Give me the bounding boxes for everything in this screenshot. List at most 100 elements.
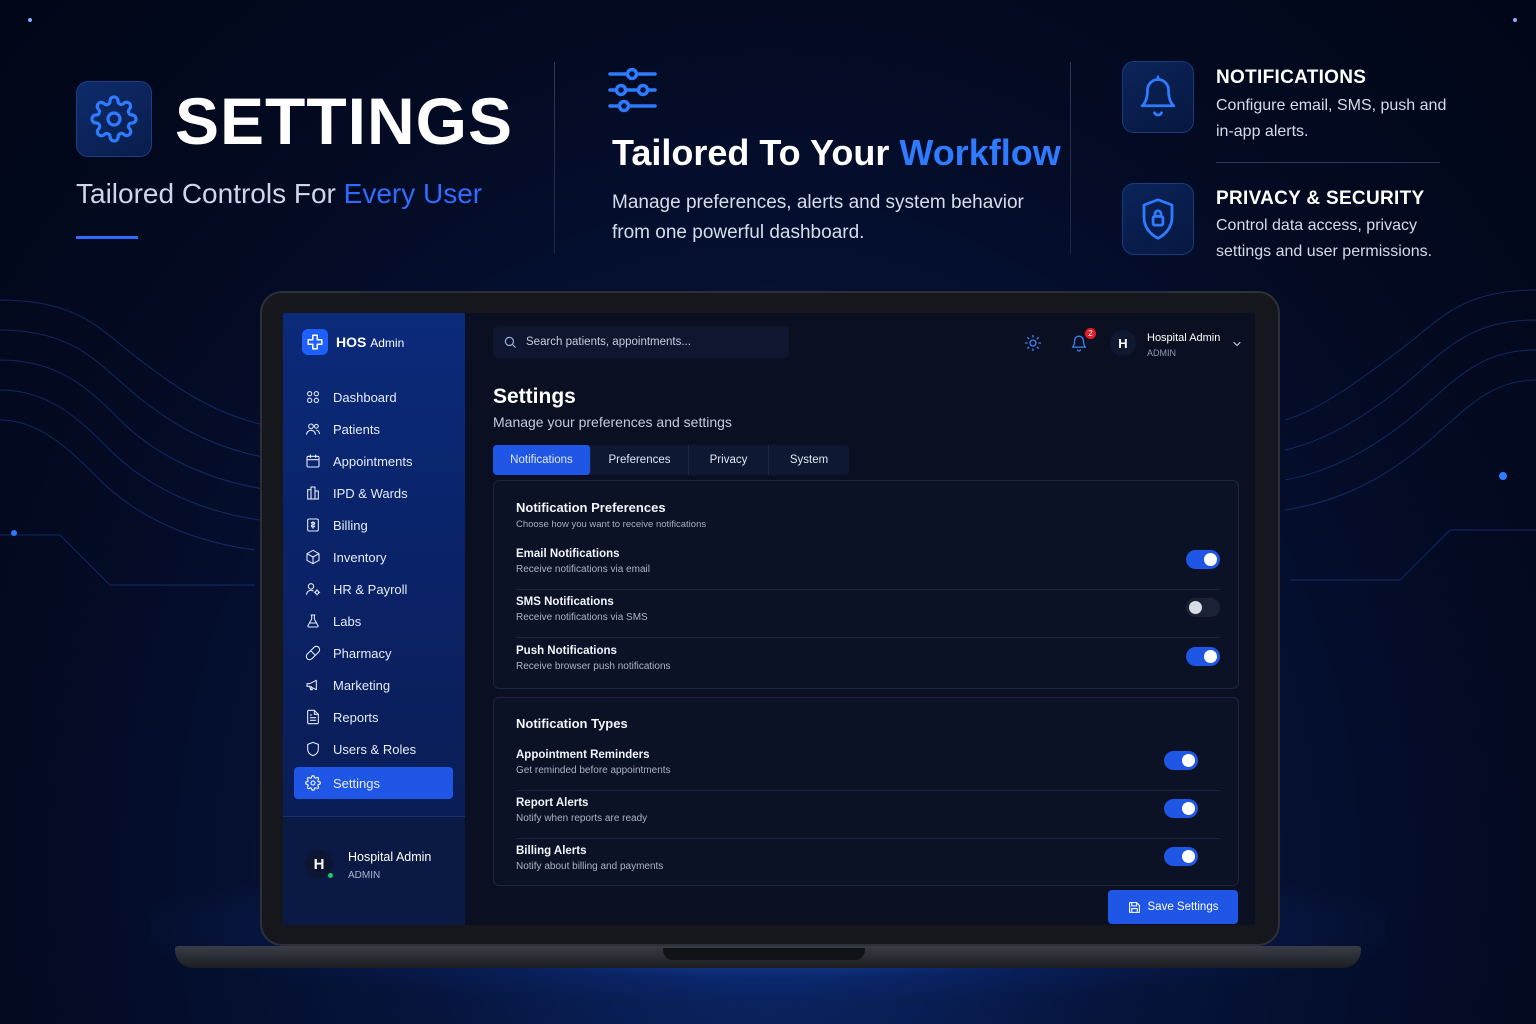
flask-icon [307, 614, 319, 628]
push-notifications-toggle[interactable] [1186, 647, 1220, 666]
sliders-icon [608, 68, 657, 113]
setting-row: Email Notifications Receive notification… [516, 542, 1220, 590]
hero-title: SETTINGS [175, 84, 514, 158]
sidebar-item-marketing[interactable]: Marketing [294, 670, 453, 700]
sun-icon[interactable] [1024, 334, 1042, 352]
brand-name: HOS Admin [336, 334, 405, 350]
calendar-icon [306, 454, 320, 468]
laptop-notch [663, 948, 865, 960]
sidebar-item-label: Settings [333, 775, 380, 791]
sidebar-user-profile[interactable]: H Hospital Admin ADMIN [283, 816, 465, 925]
sidebar-user-name: Hospital Admin [348, 850, 432, 864]
search-icon [504, 336, 516, 348]
gear-icon [90, 95, 138, 143]
setting-row: SMS Notifications Receive notifications … [516, 590, 1220, 638]
sidebar-item-users-roles[interactable]: Users & Roles [294, 734, 453, 764]
sidebar-item-label: IPD & Wards [333, 485, 408, 501]
sidebar-item-labs[interactable]: Labs [294, 606, 453, 636]
sidebar-item-settings[interactable]: Settings [294, 767, 453, 799]
setting-row: Push Notifications Receive browser push … [516, 639, 1220, 687]
sidebar-item-dashboard[interactable]: Dashboard [294, 382, 453, 412]
tab-preferences[interactable]: Preferences [591, 445, 689, 475]
settings-hero-icon-tile [76, 81, 152, 157]
setting-row: Report Alerts Notify when reports are re… [516, 791, 1220, 839]
chevron-down-icon[interactable] [1231, 338, 1243, 350]
settings-tabs: Notifications Preferences Privacy System [493, 445, 849, 475]
sms-notifications-toggle[interactable] [1186, 598, 1220, 617]
divider [554, 62, 555, 254]
tab-notifications[interactable]: Notifications [493, 445, 591, 475]
search-placeholder: Search patients, appointments... [526, 336, 691, 348]
topbar-user-name[interactable]: Hospital Admin [1147, 332, 1220, 344]
sidebar-item-label: Labs [333, 613, 362, 629]
feature-separator [1216, 162, 1440, 163]
setting-title: Email Notifications [516, 548, 620, 560]
sidebar-user-role: ADMIN [348, 870, 381, 881]
sidebar: HOS Admin Dashboard Patients Appointment… [283, 313, 465, 925]
document-icon [307, 709, 319, 725]
sidebar-item-label: Inventory [333, 549, 387, 565]
notification-preferences-card: Notification Preferences Choose how you … [493, 480, 1239, 689]
feature-title: PRIVACY & SECURITY [1216, 188, 1425, 209]
sidebar-item-label: Pharmacy [333, 645, 392, 661]
megaphone-icon [306, 679, 317, 691]
search-input[interactable]: Search patients, appointments... [493, 326, 789, 358]
sidebar-item-pharmacy[interactable]: Pharmacy [294, 638, 453, 668]
workflow-heading: Tailored To Your Workflow [612, 132, 1061, 173]
card-title: Notification Preferences [516, 500, 666, 515]
avatar[interactable]: H [1110, 330, 1136, 356]
sidebar-item-label: Billing [333, 517, 368, 533]
page-subtitle: Manage your preferences and settings [493, 414, 732, 430]
tab-privacy[interactable]: Privacy [689, 445, 769, 475]
pill-icon [305, 645, 321, 661]
patients-icon [306, 423, 320, 435]
card-subtitle: Choose how you want to receive notificat… [516, 519, 707, 530]
sidebar-item-label: Users & Roles [333, 741, 417, 757]
setting-row: Appointment Reminders Get reminded befor… [516, 743, 1220, 791]
shield-icon [307, 741, 319, 757]
sidebar-item-reports[interactable]: Reports [294, 702, 453, 732]
sidebar-item-ipd-wards[interactable]: IPD & Wards [294, 478, 453, 508]
topbar-user-role: ADMIN [1147, 348, 1176, 358]
shield-lock-icon [1142, 198, 1174, 240]
sidebar-item-label: HR & Payroll [333, 581, 408, 597]
gear-icon [305, 775, 321, 791]
page-title: Settings [493, 385, 576, 408]
box-icon [306, 549, 320, 565]
sidebar-item-inventory[interactable]: Inventory [294, 542, 453, 572]
feature-title: NOTIFICATIONS [1216, 67, 1367, 88]
divider [1070, 62, 1071, 254]
notification-types-card: Notification Types Appointment Reminders… [493, 697, 1239, 886]
privacy-feature-tile [1122, 183, 1194, 255]
feature-description: Control data access, privacy settings an… [1216, 217, 1433, 260]
billing-icon [307, 518, 319, 532]
hero-underline [76, 236, 138, 239]
report-alerts-toggle[interactable] [1164, 799, 1198, 818]
app-screen: HOS Admin Dashboard Patients Appointment… [283, 313, 1255, 925]
setting-description: Receive browser push notifications [516, 661, 671, 672]
email-notifications-toggle[interactable] [1186, 550, 1220, 569]
appointment-reminders-toggle[interactable] [1164, 751, 1198, 770]
notification-badge: 2 [1085, 328, 1096, 339]
sidebar-item-label: Reports [333, 709, 379, 725]
sidebar-item-patients[interactable]: Patients [294, 414, 453, 444]
bell-icon [1140, 75, 1176, 117]
sidebar-item-billing[interactable]: Billing [294, 510, 453, 540]
card-title: Notification Types [516, 716, 628, 731]
logo-icon [302, 329, 328, 355]
building-icon [307, 486, 319, 500]
sidebar-item-hr-payroll[interactable]: HR & Payroll [294, 574, 453, 604]
setting-title: Push Notifications [516, 645, 617, 657]
setting-description: Get reminded before appointments [516, 765, 671, 776]
setting-description: Notify about billing and payments [516, 861, 664, 872]
save-settings-button[interactable]: Save Settings [1108, 890, 1238, 924]
sidebar-item-label: Dashboard [333, 389, 397, 405]
sidebar-item-label: Appointments [333, 453, 413, 469]
billing-alerts-toggle[interactable] [1164, 847, 1198, 866]
save-button-label: Save Settings [1147, 901, 1219, 913]
setting-description: Receive notifications via SMS [516, 612, 648, 623]
sidebar-item-appointments[interactable]: Appointments [294, 446, 453, 476]
sidebar-item-label: Marketing [333, 677, 391, 693]
tab-system[interactable]: System [769, 445, 849, 475]
sidebar-item-label: Patients [333, 421, 380, 437]
